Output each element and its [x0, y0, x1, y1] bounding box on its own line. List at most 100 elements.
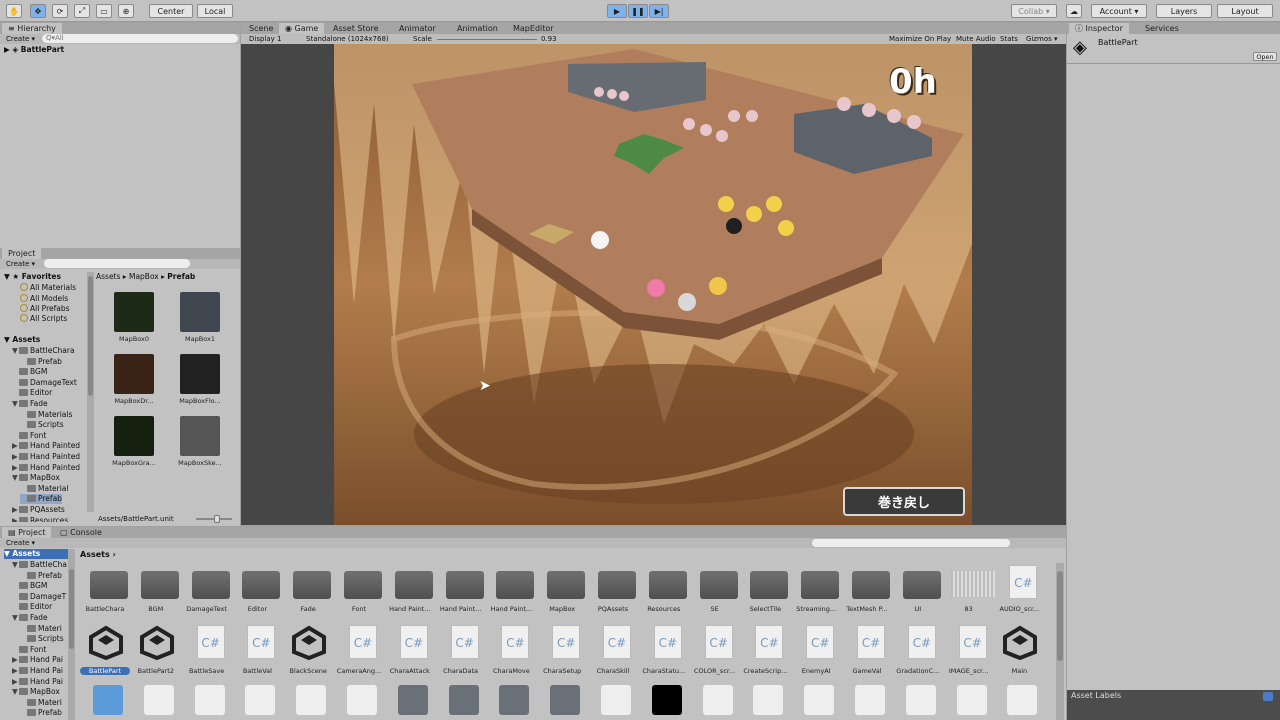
- folder-tree-item[interactable]: Material: [20, 484, 68, 494]
- folder-icon[interactable]: [496, 571, 535, 599]
- asset-thumbnail[interactable]: [956, 685, 987, 715]
- folder-tree-item[interactable]: ▼ MapBox: [12, 473, 60, 483]
- folder-tree-item[interactable]: Font: [12, 645, 46, 655]
- asset-thumbnail[interactable]: [804, 685, 835, 715]
- folder-icon[interactable]: [598, 571, 636, 599]
- folder-tree-item[interactable]: ▶ Hand Painted: [12, 463, 80, 473]
- csharp-script-icon[interactable]: C#: [399, 625, 428, 659]
- folder-icon[interactable]: [801, 571, 840, 599]
- expand-arrow-icon[interactable]: ▼: [12, 346, 19, 356]
- breadcrumb-item[interactable]: Assets: [96, 272, 120, 281]
- folder-tree-item[interactable]: ▶ Hand Pai: [12, 655, 63, 665]
- open-button[interactable]: Open: [1253, 52, 1277, 61]
- folder-tree-item[interactable]: ▼ MapBox: [12, 687, 60, 697]
- expand-arrow-icon[interactable]: ▶: [12, 516, 19, 522]
- folder-tree-item[interactable]: ▶ Hand Pai: [12, 666, 63, 676]
- folder-tree-item[interactable]: DamageText: [12, 378, 77, 388]
- collab-button[interactable]: Collab ▾: [1011, 4, 1057, 18]
- csharp-script-icon[interactable]: C#: [552, 625, 581, 659]
- expand-arrow-icon[interactable]: ▼: [12, 473, 19, 483]
- expand-arrow-icon[interactable]: ▼: [12, 560, 19, 570]
- favorites-header[interactable]: ▼ ★ Favorites: [4, 272, 61, 282]
- csharp-script-icon[interactable]: C#: [603, 625, 631, 659]
- tab-scene[interactable]: Scene: [243, 23, 279, 34]
- asset-thumbnail[interactable]: [1007, 685, 1038, 715]
- tab-hierarchy[interactable]: ≡ Hierarchy: [2, 23, 62, 34]
- layers-button[interactable]: Layers: [1156, 4, 1212, 18]
- game-viewport[interactable]: 0h 巻き戻し ➤: [241, 44, 1066, 525]
- csharp-script-icon[interactable]: C#: [196, 625, 225, 659]
- asset-thumbnail[interactable]: [448, 685, 479, 715]
- pivot-local-button[interactable]: Local: [197, 4, 233, 18]
- folder-tree-item[interactable]: ▶ Hand Pai: [12, 677, 63, 687]
- display-dropdown[interactable]: Display 1: [249, 35, 281, 43]
- rect-tool-icon[interactable]: ▭: [96, 4, 112, 18]
- hierarchy-create-button[interactable]: Create ▾: [6, 35, 35, 43]
- mapboxske-thumbnail[interactable]: [180, 416, 220, 456]
- project-bottom-search[interactable]: [812, 539, 1010, 547]
- tab-project[interactable]: Project: [2, 248, 42, 259]
- folder-tree-item[interactable]: ▼ Fade: [12, 399, 48, 409]
- scale-tool-icon[interactable]: ⤢: [74, 4, 90, 18]
- folder-tree-item[interactable]: ▶ Hand Painted: [12, 441, 80, 451]
- tab-inspector[interactable]: ⓘ Inspector: [1069, 23, 1129, 34]
- tab-game[interactable]: ◉ Game: [279, 23, 325, 34]
- expand-arrow-icon[interactable]: ▶: [12, 441, 19, 451]
- folder-tree-item[interactable]: Editor: [12, 388, 52, 398]
- csharp-script-icon[interactable]: C#: [907, 625, 936, 659]
- transform-tool-icon[interactable]: ⊕: [118, 4, 134, 18]
- expand-arrow-icon[interactable]: ▶: [12, 677, 19, 687]
- csharp-script-icon[interactable]: C#: [958, 625, 987, 659]
- folder-icon[interactable]: [547, 571, 586, 599]
- asset-thumbnail[interactable]: [499, 685, 530, 715]
- assets-root[interactable]: ▼ Assets: [4, 549, 68, 559]
- tab-services[interactable]: Services: [1139, 23, 1185, 34]
- folder-tree-item[interactable]: Editor: [12, 602, 52, 612]
- project-search-input[interactable]: [44, 259, 190, 268]
- stats-toggle[interactable]: Stats: [1000, 35, 1018, 43]
- pause-button[interactable]: ❚❚: [628, 4, 648, 18]
- mapboxgra-thumbnail[interactable]: [114, 416, 154, 456]
- csharp-script-icon[interactable]: C#: [247, 625, 276, 659]
- fav-item[interactable]: All Models: [20, 294, 68, 304]
- gizmos-dropdown[interactable]: Gizmos ▾: [1026, 35, 1058, 43]
- asset-thumbnail[interactable]: [194, 685, 225, 715]
- breadcrumb-item[interactable]: Prefab: [167, 272, 195, 281]
- folder-icon[interactable]: [648, 571, 687, 599]
- asset-thumbnail[interactable]: [905, 685, 936, 715]
- csharp-script-icon[interactable]: C#: [501, 625, 530, 659]
- bottom-breadcrumb[interactable]: Assets ›: [80, 550, 116, 559]
- folder-icon[interactable]: [242, 571, 281, 599]
- hierarchy-search-input[interactable]: Q▾All: [42, 34, 238, 43]
- expand-arrow-icon[interactable]: ▶: [12, 452, 19, 462]
- expand-arrow-icon[interactable]: ▼: [12, 399, 19, 409]
- csharp-script-icon[interactable]: C#: [1009, 565, 1038, 599]
- mapboxdr-thumbnail[interactable]: [114, 354, 154, 394]
- expand-arrow-icon[interactable]: ▼: [12, 613, 19, 623]
- breadcrumb-item[interactable]: MapBox: [129, 272, 159, 281]
- folder-icon[interactable]: [852, 571, 890, 599]
- tab-animator[interactable]: Animator: [393, 23, 442, 34]
- asset-label-tag-icon[interactable]: [1263, 692, 1273, 701]
- asset-thumbnail[interactable]: [397, 685, 428, 715]
- rewind-button[interactable]: 巻き戻し: [843, 487, 965, 516]
- folder-icon[interactable]: [293, 571, 332, 599]
- asset-thumbnail[interactable]: [550, 685, 581, 715]
- folder-icon[interactable]: [394, 571, 433, 599]
- asset-grid-scrollbar[interactable]: [1056, 563, 1064, 720]
- folder-tree-item[interactable]: BGM: [12, 581, 47, 591]
- csharp-script-icon[interactable]: C#: [755, 625, 784, 659]
- asset-thumbnail[interactable]: [855, 685, 885, 715]
- step-button[interactable]: ▶|: [649, 4, 669, 18]
- folder-tree-item[interactable]: Font: [12, 431, 46, 441]
- assets-header[interactable]: ▼ Assets: [4, 335, 40, 345]
- asset-thumbnail[interactable]: [753, 685, 784, 715]
- expand-arrow-icon[interactable]: ▶: [12, 666, 19, 676]
- folder-tree-item[interactable]: ▼ Fade: [12, 613, 48, 623]
- folder-tree-item[interactable]: ▼ BattleCha: [12, 560, 67, 570]
- bottom-tree-scrollbar[interactable]: [68, 549, 75, 720]
- folder-tree-item[interactable]: DamageT: [12, 592, 66, 602]
- expand-arrow-icon[interactable]: ▶: [12, 463, 19, 473]
- resolution-dropdown[interactable]: Standalone (1024x768): [306, 35, 389, 43]
- folder-icon[interactable]: [699, 571, 738, 599]
